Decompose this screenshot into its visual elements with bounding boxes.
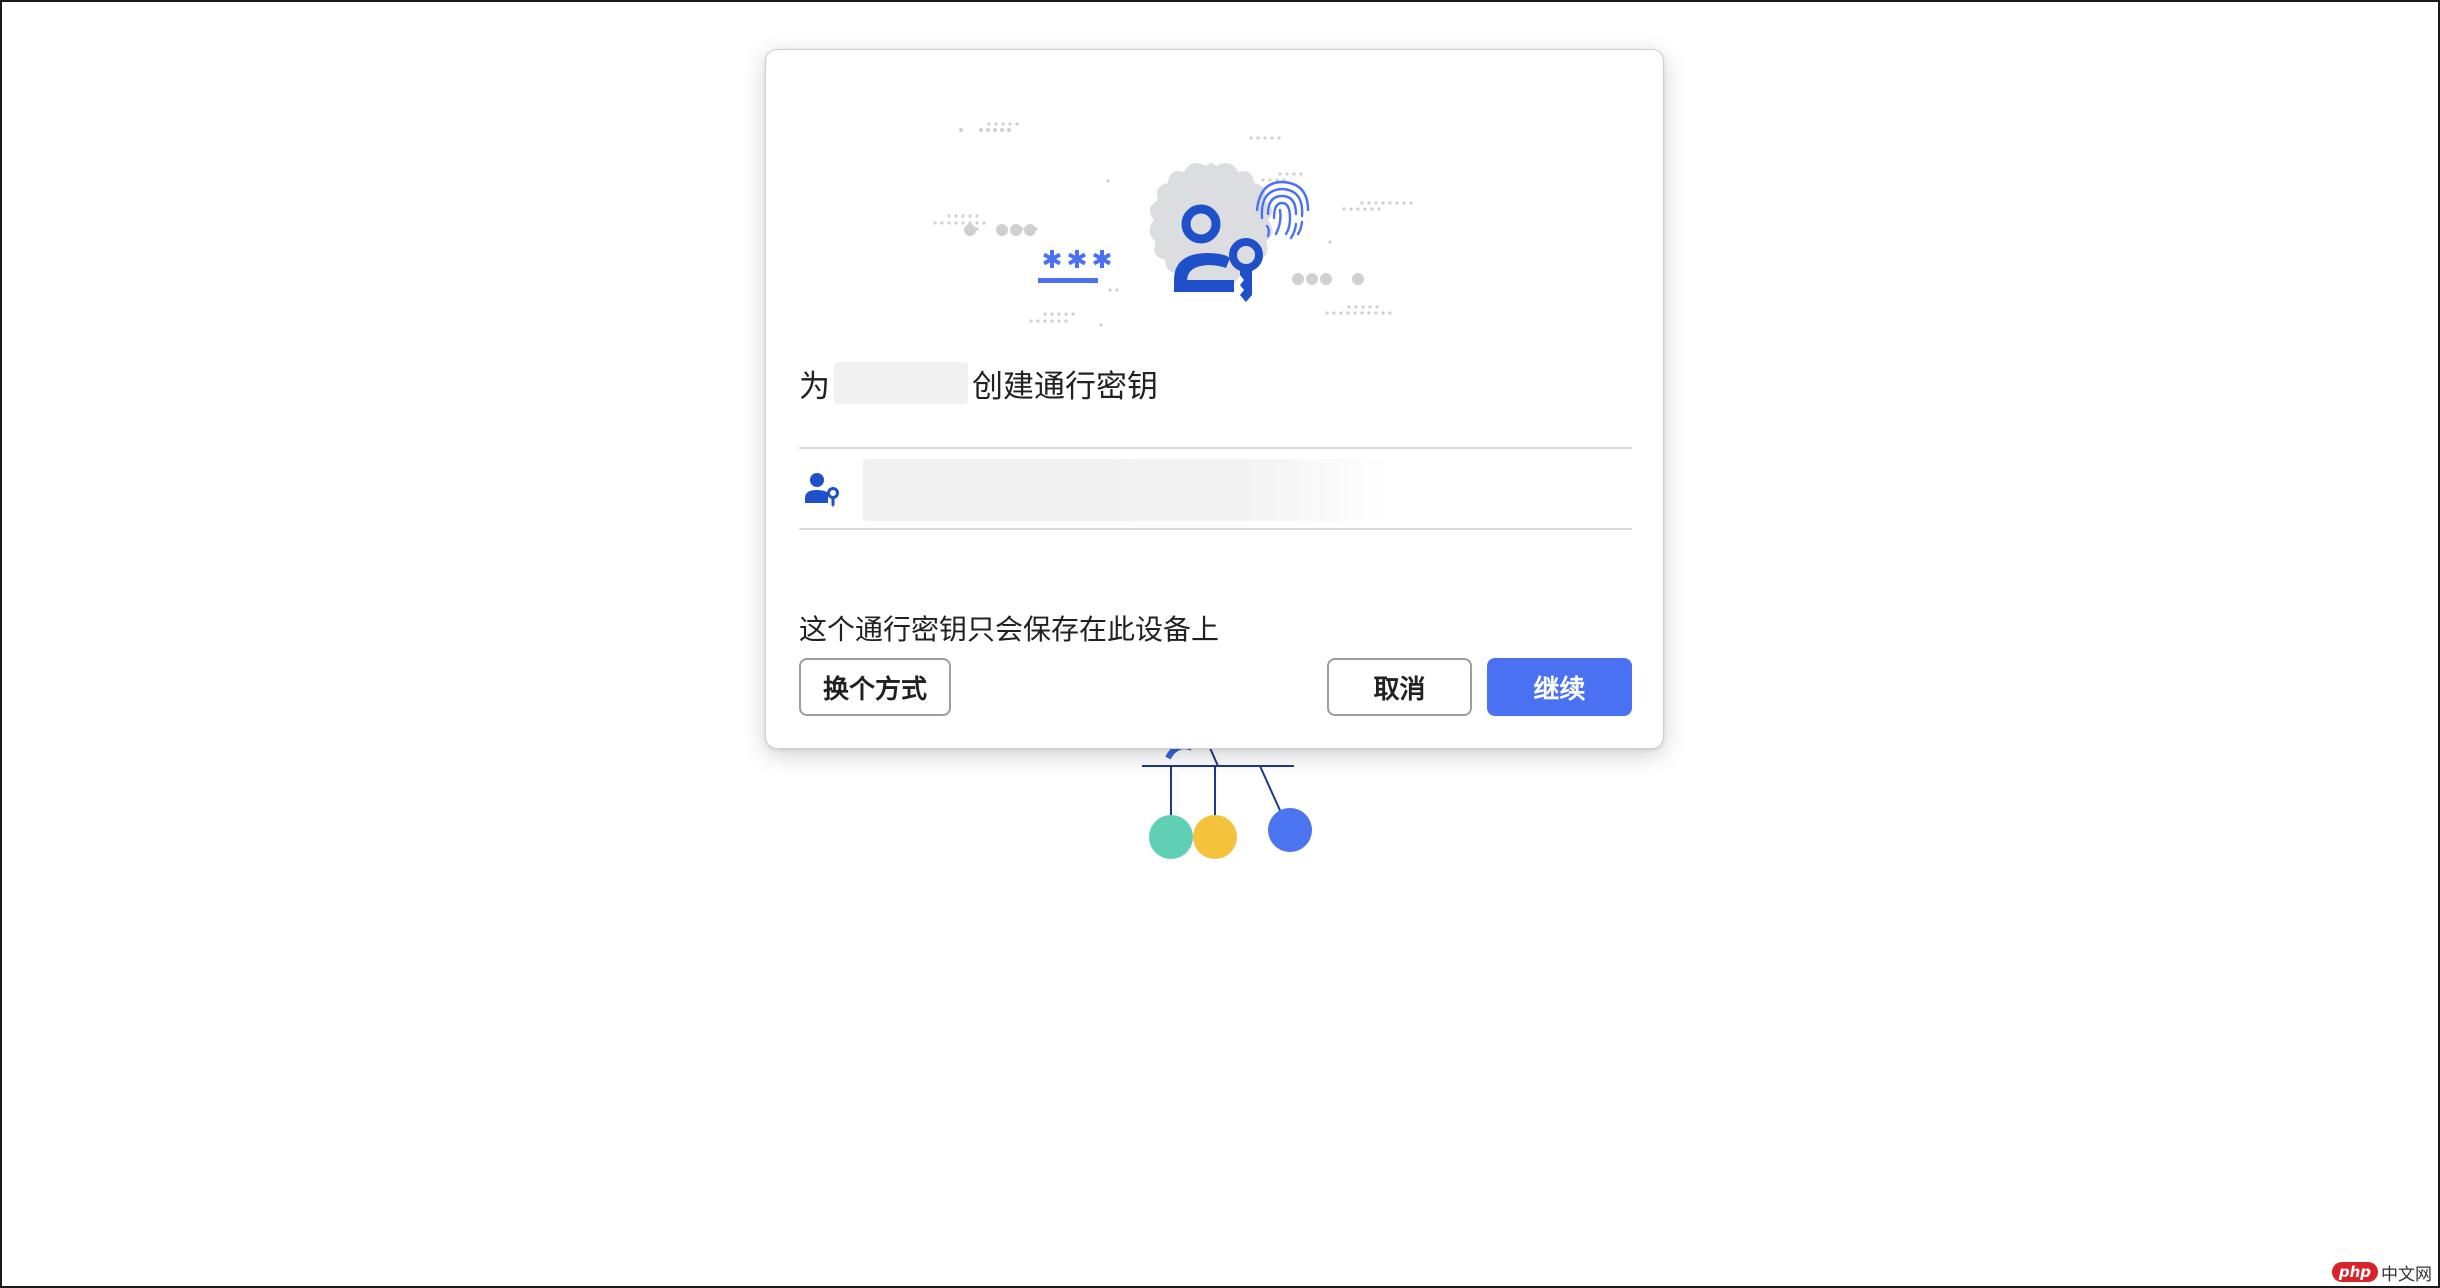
yellow-ball: [1193, 815, 1237, 859]
green-ball: [1149, 815, 1193, 859]
divider-bottom: [799, 528, 1632, 530]
password-asterisks: [1043, 250, 1111, 268]
dialog-description: 这个通行密钥只会保存在此设备上: [799, 613, 1220, 646]
continue-button[interactable]: 继续: [1487, 658, 1632, 716]
site-name-redacted: [834, 362, 968, 404]
use-another-method-button[interactable]: 换个方式: [799, 658, 951, 716]
passkey-hero-illustration: [933, 122, 1413, 327]
bg-branch: [1209, 747, 1219, 767]
page-frame: 为 创建通行密钥 这个通行密钥只会保存在此设备上 换个方式 取消 继续 php …: [0, 0, 2440, 1288]
blue-ball: [1268, 808, 1312, 852]
title-suffix: 创建通行密钥: [972, 368, 1158, 405]
create-passkey-dialog: 为 创建通行密钥 这个通行密钥只会保存在此设备上 换个方式 取消 继续: [765, 49, 1664, 749]
account-name-redacted: [863, 459, 1393, 521]
title-prefix: 为: [799, 368, 830, 405]
account-row: [799, 449, 1632, 528]
watermark-text: 中文网: [2381, 1264, 2432, 1285]
password-underline: [1038, 278, 1098, 283]
watermark-logo: php: [2331, 1262, 2378, 1282]
passkey-account-icon: [805, 473, 839, 507]
dialog-title: 为 创建通行密钥: [799, 358, 1158, 408]
cancel-button[interactable]: 取消: [1327, 658, 1472, 716]
watermark: php 中文网: [2331, 1260, 2432, 1285]
